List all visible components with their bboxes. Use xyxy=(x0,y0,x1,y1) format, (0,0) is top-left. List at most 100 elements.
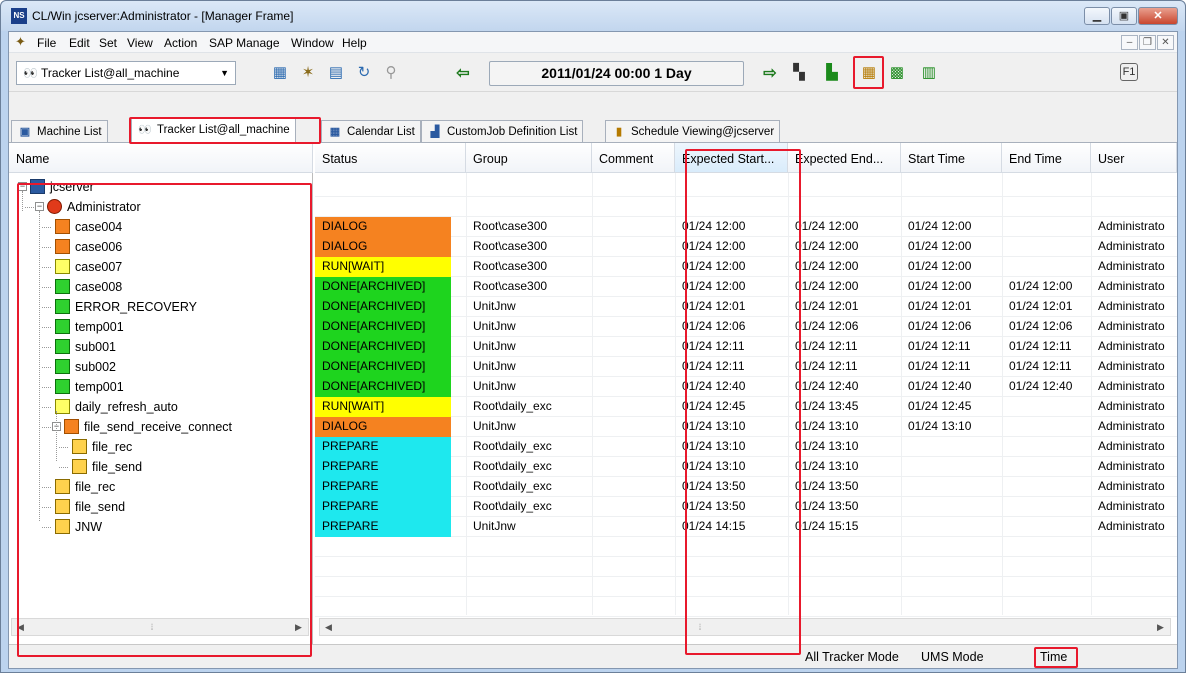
window-title: CL/Win jcserver:Administrator - [Manager… xyxy=(32,9,294,23)
cell-comment xyxy=(592,317,675,337)
cell-start: 01/24 12:01 xyxy=(908,299,972,313)
tracker-filter-icon[interactable]: ▚ xyxy=(789,63,809,83)
previous-day-button[interactable]: ⇦ xyxy=(449,61,477,86)
cell-start: 01/24 13:10 xyxy=(908,419,972,433)
cell-comment xyxy=(592,277,675,297)
cell-group: Root\daily_exc xyxy=(473,499,552,513)
column-divider xyxy=(1091,173,1092,615)
menu-help[interactable]: Help xyxy=(342,36,367,50)
gantt-view-icon[interactable]: ▙ xyxy=(822,63,842,83)
scroll-right-icon[interactable]: ▶ xyxy=(1152,619,1169,635)
highlight-job-tree xyxy=(17,183,312,657)
find-icon[interactable]: ⚲ xyxy=(381,63,401,83)
highlight-expected-start-column xyxy=(685,149,801,655)
tab-customjob-list[interactable]: ▟ CustomJob Definition List xyxy=(421,120,584,142)
menu-sap-manage[interactable]: SAP Manage xyxy=(209,36,280,50)
cell-start: 01/24 12:45 xyxy=(908,399,972,413)
menu-set[interactable]: Set xyxy=(99,36,117,50)
cell-exp-end: 01/24 12:00 xyxy=(795,219,859,233)
toolbar: 👀 Tracker List@all_machine ▼ ▦ ✶ ▤ ↻ ⚲ ⇦ … xyxy=(9,54,1177,92)
cell-exp-end: 01/24 12:01 xyxy=(795,299,859,313)
status-badge: DIALOG xyxy=(315,217,451,237)
refresh-icon[interactable]: ↻ xyxy=(354,63,374,83)
menu-edit[interactable]: Edit xyxy=(69,36,90,50)
column-header-comment[interactable]: Comment xyxy=(592,143,675,173)
status-badge: PREPARE xyxy=(315,497,451,517)
cell-user: Administrato xyxy=(1098,439,1165,453)
cell-group: UnitJnw xyxy=(473,519,516,533)
calendar-tool-icon[interactable]: ▦ xyxy=(270,63,290,83)
cell-comment xyxy=(592,397,675,417)
cell-end: 01/24 12:11 xyxy=(1009,359,1072,373)
status-badge: DONE[ARCHIVED] xyxy=(315,337,451,357)
cell-group: UnitJnw xyxy=(473,339,516,353)
column-header-start[interactable]: Start Time xyxy=(901,143,1002,173)
cell-exp-end: 01/24 12:11 xyxy=(795,339,858,353)
title-bar[interactable]: NS CL/Win jcserver:Administrator - [Mana… xyxy=(1,1,1185,31)
close-button[interactable]: ✕ xyxy=(1138,7,1178,25)
cell-end: 01/24 12:01 xyxy=(1009,299,1073,313)
cell-end: 01/24 12:11 xyxy=(1009,339,1072,353)
schedule-tool-icon[interactable]: ▤ xyxy=(326,63,346,83)
date-range-display[interactable]: 2011/01/24 00:00 1 Day xyxy=(489,61,744,86)
cell-end xyxy=(1002,217,1091,237)
cell-user: Administrato xyxy=(1098,479,1165,493)
column-divider xyxy=(592,173,593,615)
highlight-time-mode xyxy=(1034,647,1078,668)
cell-user: Administrato xyxy=(1098,239,1165,253)
column-header-status[interactable]: Status xyxy=(315,143,466,173)
cell-user: Administrato xyxy=(1098,419,1165,433)
column-header-end[interactable]: End Time xyxy=(1002,143,1091,173)
mdi-restore-button[interactable]: ❐ xyxy=(1139,35,1156,50)
scroll-left-icon[interactable]: ◀ xyxy=(320,619,337,635)
cell-user: Administrato xyxy=(1098,399,1165,413)
menu-action[interactable]: Action xyxy=(164,36,197,50)
cell-group: UnitJnw xyxy=(473,319,516,333)
cell-start xyxy=(901,517,1002,537)
column-header-group[interactable]: Group xyxy=(466,143,592,173)
system-menu-icon[interactable]: ✦ xyxy=(15,35,31,49)
cell-start: 01/24 12:00 xyxy=(908,219,972,233)
tracker-select[interactable]: 👀 Tracker List@all_machine ▼ xyxy=(16,61,236,85)
cell-user: Administrato xyxy=(1098,379,1165,393)
cell-group: UnitJnw xyxy=(473,299,516,313)
next-day-button[interactable]: ⇨ xyxy=(756,61,784,86)
cell-comment xyxy=(592,477,675,497)
menu-bar: ✦ File Edit Set View Action SAP Manage W… xyxy=(9,32,1177,53)
cell-user: Administrato xyxy=(1098,499,1165,513)
menu-file[interactable]: File xyxy=(37,36,56,50)
column-header-user[interactable]: User xyxy=(1091,143,1177,173)
time-view-icon[interactable]: ▩ xyxy=(887,63,907,83)
tree-column-header[interactable]: Name xyxy=(9,143,313,173)
customjob-icon: ▟ xyxy=(430,126,440,138)
cell-group: UnitJnw xyxy=(473,359,516,373)
cell-exp-end: 01/24 13:10 xyxy=(795,419,859,433)
help-icon[interactable]: F1 xyxy=(1120,63,1138,81)
mdi-close-button[interactable]: ✕ xyxy=(1157,35,1174,50)
tab-machine-list[interactable]: ▣ Machine List xyxy=(11,120,108,142)
status-badge: PREPARE xyxy=(315,457,451,477)
app-icon: NS xyxy=(11,8,27,24)
cell-comment xyxy=(592,457,675,477)
wizard-icon[interactable]: ✶ xyxy=(298,63,318,83)
cell-end xyxy=(1002,497,1091,517)
menu-window[interactable]: Window xyxy=(291,36,334,50)
column-header-exp-end[interactable]: Expected End... xyxy=(788,143,901,173)
status-badge: DIALOG xyxy=(315,237,451,257)
status-tracker-mode: All Tracker Mode xyxy=(805,650,899,664)
cell-end: 01/24 12:06 xyxy=(1009,319,1073,333)
machine-icon: ▣ xyxy=(19,126,31,138)
schedule-icon: ▮ xyxy=(615,126,623,138)
mdi-minimize-button[interactable]: – xyxy=(1121,35,1138,50)
cell-start: 01/24 12:06 xyxy=(908,319,972,333)
cell-user: Administrato xyxy=(1098,219,1165,233)
tab-schedule-viewing[interactable]: ▮ Schedule Viewing@jcserver xyxy=(605,120,781,142)
maximize-button[interactable]: ▣ xyxy=(1111,7,1137,25)
tab-calendar-list[interactable]: ▦ Calendar List xyxy=(321,120,421,142)
cell-comment xyxy=(592,217,675,237)
menu-view[interactable]: View xyxy=(127,36,153,50)
minimize-button[interactable]: ▁ xyxy=(1084,7,1110,25)
warning-view-icon[interactable]: ▥ xyxy=(919,63,939,83)
cell-exp-end: 01/24 12:00 xyxy=(795,239,859,253)
cell-comment xyxy=(592,297,675,317)
